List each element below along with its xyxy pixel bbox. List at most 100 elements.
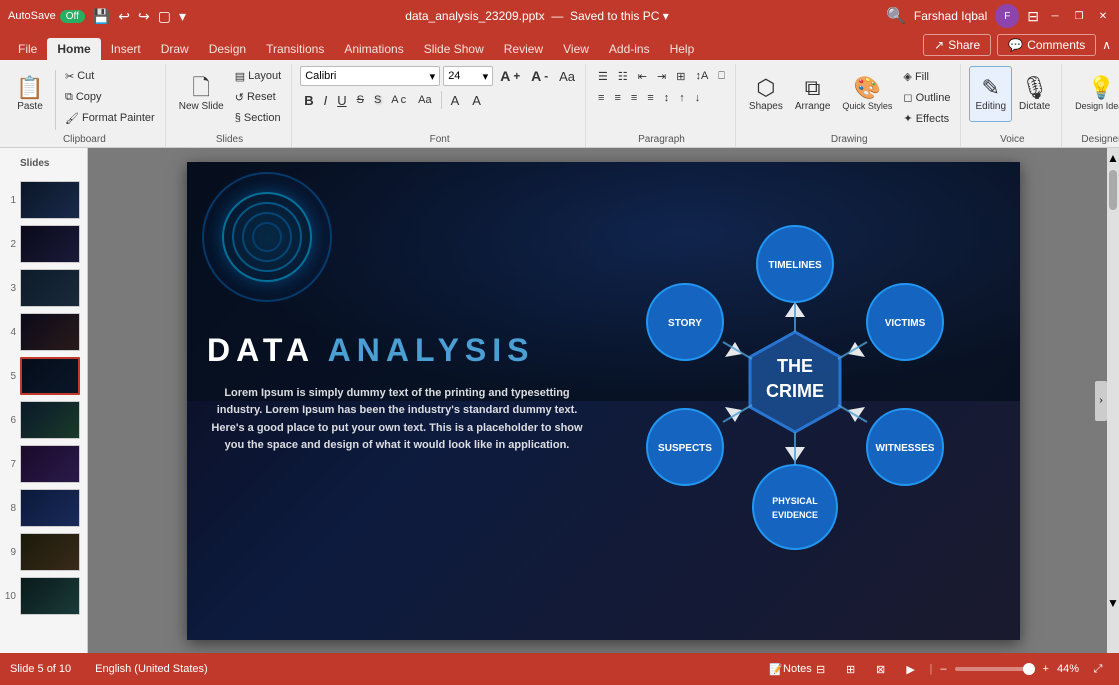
tab-transitions[interactable]: Transitions <box>256 38 334 60</box>
align-right-button[interactable]: ≡ <box>627 88 641 108</box>
slide-thumb-4[interactable]: 4 <box>4 313 83 351</box>
editing-button[interactable]: ✎ Editing <box>969 66 1012 122</box>
save-icon[interactable]: 💾 <box>91 6 112 27</box>
copy-button[interactable]: ⧉ Copy <box>61 87 159 107</box>
align-left-button[interactable]: ≡ <box>594 88 608 108</box>
comments-button[interactable]: 💬 Comments <box>997 34 1096 56</box>
reading-view-button[interactable]: ⊠ <box>870 658 892 680</box>
underline-button[interactable]: U <box>333 90 350 110</box>
slide-thumb-8[interactable]: 8 <box>4 489 83 527</box>
slide-canvas[interactable]: DATA ANALYSIS Lorem Ipsum is simply dumm… <box>187 162 1020 640</box>
increase-indent-button[interactable]: ⇥ <box>653 66 670 86</box>
zoom-thumb[interactable] <box>1023 663 1035 675</box>
tab-file[interactable]: File <box>8 38 47 60</box>
tab-animations[interactable]: Animations <box>334 38 413 60</box>
decrease-indent-button[interactable]: ⇤ <box>634 66 651 86</box>
slide-sorter-button[interactable]: ⊞ <box>840 658 862 680</box>
zoom-slider[interactable] <box>955 667 1035 671</box>
columns-button[interactable]: ⊞ <box>672 66 689 86</box>
slideshow-button[interactable]: ▶ <box>900 658 922 680</box>
tab-help[interactable]: Help <box>660 38 705 60</box>
text-direction-button[interactable]: ↕A <box>691 66 712 86</box>
dropdown-icon[interactable]: ▾ <box>177 6 188 27</box>
tab-home[interactable]: Home <box>47 38 100 60</box>
autosave-toggle[interactable]: Off <box>60 10 85 23</box>
new-slide-button[interactable]: 🗋 New Slide <box>174 66 229 122</box>
shape-effects-button[interactable]: ✦ Effects <box>899 108 954 128</box>
decrease-font-button[interactable]: A- <box>527 66 552 86</box>
close-button[interactable]: ✕ <box>1095 8 1111 24</box>
shapes-button[interactable]: ⬡ Shapes <box>744 66 788 122</box>
slide-thumb-2[interactable]: 2 <box>4 225 83 263</box>
normal-view-button[interactable]: ⊟ <box>810 658 832 680</box>
slide-thumb-5[interactable]: 5 <box>4 357 83 395</box>
minimize-button[interactable]: ─ <box>1047 8 1063 24</box>
strikethrough-button[interactable]: S <box>353 90 368 110</box>
scroll-down-button[interactable]: ▼ <box>1107 593 1119 613</box>
fit-slide-button[interactable]: ⤢ <box>1087 658 1109 680</box>
tab-insert[interactable]: Insert <box>101 38 151 60</box>
numbering-button[interactable]: ☷ <box>614 66 632 86</box>
font-size-selector[interactable]: 24 ▾ <box>443 66 493 86</box>
zoom-in-button[interactable]: + <box>1043 663 1049 675</box>
bullets-button[interactable]: ☰ <box>594 66 612 86</box>
italic-button[interactable]: I <box>320 90 332 110</box>
ribbon-display-icon[interactable]: ⊟ <box>1027 8 1039 25</box>
align-center-button[interactable]: ≡ <box>610 88 624 108</box>
slide-thumb-1[interactable]: 1 <box>4 181 83 219</box>
scroll-up-button[interactable]: ▲ <box>1107 148 1119 168</box>
collapse-icon[interactable]: › <box>1095 381 1107 421</box>
undo-icon[interactable]: ↩ <box>116 6 132 27</box>
slide-thumb-7[interactable]: 7 <box>4 445 83 483</box>
dropdown-arrow[interactable]: ▾ <box>663 9 669 23</box>
design-ideas-button[interactable]: 💡 Design Ideas <box>1070 66 1119 122</box>
zoom-out-button[interactable]: – <box>940 663 946 675</box>
font-name-selector[interactable]: Calibri ▾ <box>300 66 440 86</box>
restore-button[interactable]: ❐ <box>1071 8 1087 24</box>
scroll-thumb[interactable] <box>1109 170 1117 210</box>
tab-draw[interactable]: Draw <box>151 38 199 60</box>
char-spacing-button[interactable]: Ac <box>387 90 412 110</box>
line-spacing-button[interactable]: ↕ <box>660 88 674 108</box>
slide-thumb-10[interactable]: 10 <box>4 577 83 615</box>
tab-design[interactable]: Design <box>199 38 256 60</box>
tab-slideshow[interactable]: Slide Show <box>414 38 494 60</box>
right-collapse-button[interactable]: › <box>1095 381 1107 421</box>
smart-art-button[interactable]: ⎕ <box>714 66 729 86</box>
shadow-button[interactable]: S <box>370 90 385 110</box>
share-button[interactable]: ↗ Share <box>923 34 991 56</box>
bold-button[interactable]: B <box>300 90 317 110</box>
redo-icon[interactable]: ↪ <box>136 6 152 27</box>
tab-review[interactable]: Review <box>494 38 553 60</box>
search-icon[interactable]: 🔍 <box>886 6 906 26</box>
slide-thumb-6[interactable]: 6 <box>4 401 83 439</box>
arrange-button[interactable]: ⧉ Arrange <box>790 66 836 122</box>
dictate-button[interactable]: 🎙 Dictate <box>1014 66 1055 122</box>
reset-button[interactable]: ↺ Reset <box>231 87 285 107</box>
section-button[interactable]: § Section <box>231 108 285 128</box>
canvas-area[interactable]: DATA ANALYSIS Lorem Ipsum is simply dumm… <box>88 148 1119 653</box>
format-painter-button[interactable]: 🖌 Format Painter <box>61 108 159 128</box>
increase-spacing-button[interactable]: ↓ <box>691 88 705 108</box>
canvas-scrollbar[interactable]: ▲ ▼ <box>1107 148 1119 653</box>
paste-button[interactable]: 📋 Paste <box>10 66 50 122</box>
highlight-color-button[interactable]: A <box>447 90 467 110</box>
present-icon[interactable]: ▢ <box>156 6 173 27</box>
font-color-button[interactable]: A <box>468 90 488 110</box>
slide-thumb-3[interactable]: 3 <box>4 269 83 307</box>
layout-button[interactable]: ▤ Layout <box>231 66 285 86</box>
notes-button[interactable]: 📝 Notes <box>780 658 802 680</box>
change-case-button[interactable]: Aa <box>414 90 435 110</box>
shape-outline-button[interactable]: ◻ Outline <box>899 87 954 107</box>
decrease-spacing-button[interactable]: ↑ <box>675 88 689 108</box>
justify-button[interactable]: ≡ <box>643 88 657 108</box>
clear-formatting-button[interactable]: Aa <box>555 66 579 86</box>
cut-button[interactable]: ✂ Cut <box>61 66 159 86</box>
slide-thumb-9[interactable]: 9 <box>4 533 83 571</box>
tab-view[interactable]: View <box>553 38 599 60</box>
shape-fill-button[interactable]: ◈ Fill <box>899 66 954 86</box>
increase-font-button[interactable]: A+ <box>496 66 524 86</box>
tab-addins[interactable]: Add-ins <box>599 38 660 60</box>
collapse-ribbon-icon[interactable]: ∧ <box>1102 38 1111 52</box>
quick-styles-button[interactable]: 🎨 Quick Styles <box>837 66 897 122</box>
